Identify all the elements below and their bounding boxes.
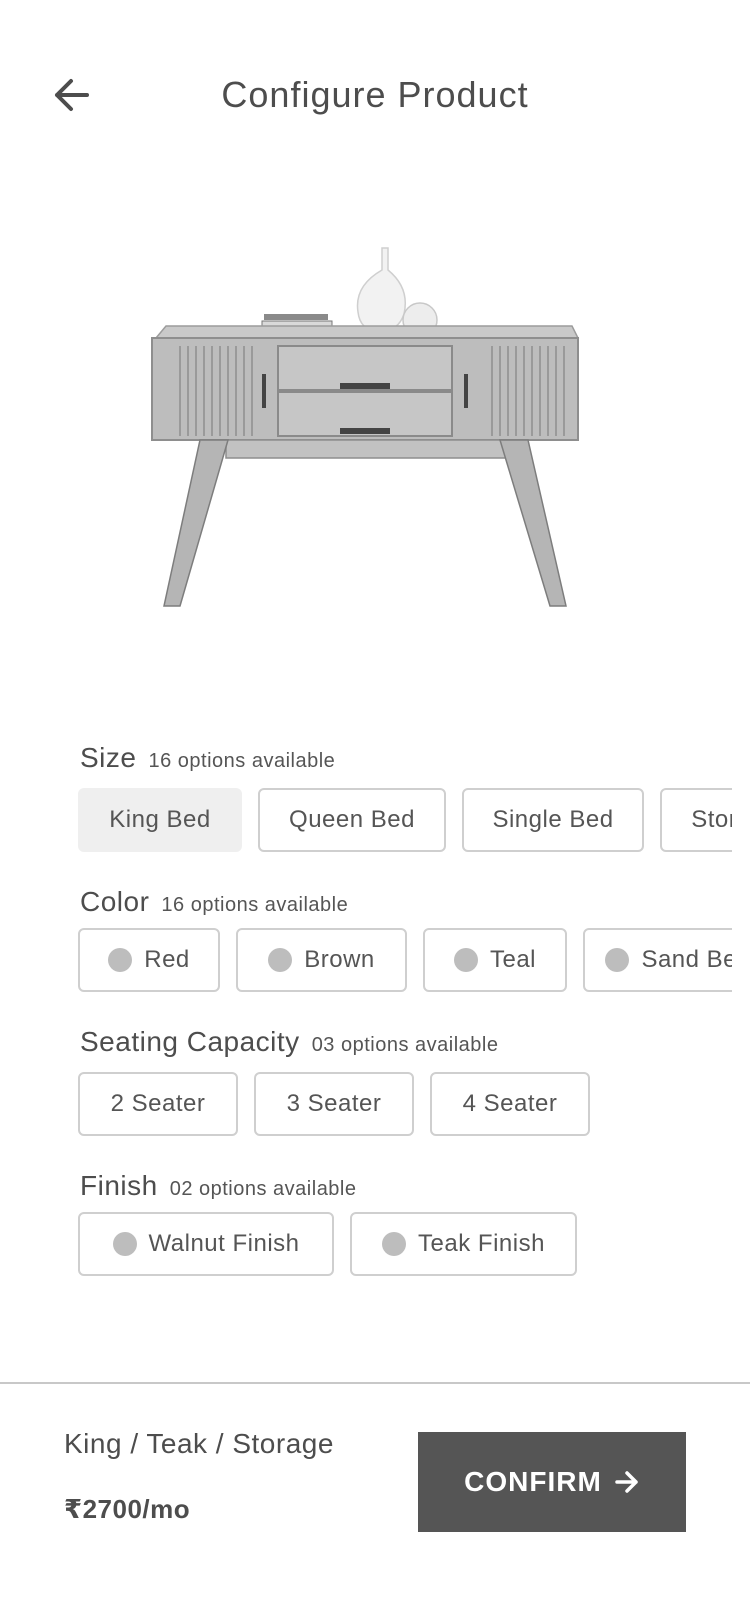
seating-option-4[interactable]: 4 Seater [430,1072,590,1136]
size-option-queen-bed[interactable]: Queen Bed [258,788,446,852]
console-table-image [151,247,580,607]
confirm-label: CONFIRM [464,1466,602,1497]
option-label: Single Bed [492,806,614,833]
option-label: Sand Beige [641,946,732,973]
color-swatch [382,1232,407,1256]
seating-option-3[interactable]: 3 Seater [254,1072,414,1136]
option-label: 4 Seater [462,1090,558,1117]
finish-option-walnut[interactable]: Walnut Finish [78,1212,334,1276]
color-swatch [268,948,293,972]
size-option-storage[interactable]: Storage [660,788,732,852]
seating-count: 03 options available [311,1034,499,1056]
option-label: Red [144,946,190,973]
color-swatch [112,1232,137,1256]
finish-option-teak[interactable]: Teak Finish [350,1212,577,1276]
option-label: Teal [489,946,537,973]
option-label: Walnut Finish [148,1230,300,1257]
color-option-brown[interactable]: Brown [236,928,407,992]
option-label: King Bed [109,806,211,833]
product-image [140,240,600,630]
option-label: 2 Seater [110,1090,206,1117]
arrow-right-icon [614,1470,640,1494]
option-label: Queen Bed [289,806,415,833]
color-swatch [108,948,133,972]
seating-option-2[interactable]: 2 Seater [78,1072,238,1136]
price-label: ₹2700/mo [64,1494,191,1524]
selection-summary: King / Teak / Storage [64,1428,334,1459]
seating-options-scroller[interactable]: 2 Seater 3 Seater 4 Seater [0,1072,732,1136]
color-section: Color 16 options available [80,886,750,922]
size-option-single-bed[interactable]: Single Bed [462,788,644,852]
finish-section: Finish 02 options available [80,1170,750,1206]
color-swatch [605,948,630,972]
color-options-scroller[interactable]: Red Brown Teal Sand Beige [0,928,732,992]
size-title: Size [80,742,137,773]
color-option-red[interactable]: Red [78,928,220,992]
size-count: 16 options available [148,750,336,772]
size-section: Size 16 options available [80,742,750,778]
seating-section: Seating Capacity 03 options available [80,1026,750,1062]
color-swatch [453,948,478,972]
footer-divider [0,1382,750,1384]
color-option-teal[interactable]: Teal [423,928,567,992]
page-title: Configure Product [221,74,529,115]
finish-count: 02 options available [169,1178,357,1200]
seating-title: Seating Capacity [80,1026,300,1057]
option-label: Brown [304,946,375,973]
color-title: Color [80,886,150,917]
option-label: 3 Seater [286,1090,382,1117]
color-option-sand-beige[interactable]: Sand Beige [583,928,732,992]
color-count: 16 options available [161,894,349,916]
size-options-scroller[interactable]: King Bed Queen Bed Single Bed Storage [0,788,732,852]
header: Configure Product [0,0,750,190]
confirm-button[interactable]: CONFIRM [418,1432,686,1532]
size-option-king-bed[interactable]: King Bed [78,788,242,852]
finish-title: Finish [80,1170,158,1201]
finish-options-scroller[interactable]: Walnut Finish Teak Finish [0,1212,732,1276]
option-label: Storage [691,806,732,833]
option-label: Teak Finish [418,1230,545,1257]
